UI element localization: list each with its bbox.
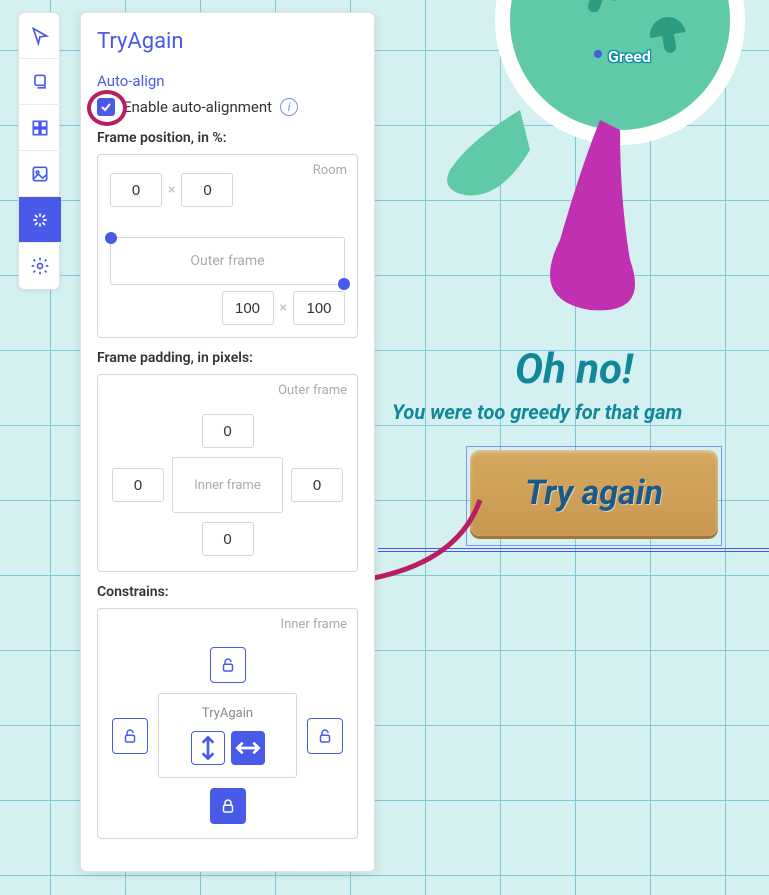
tool-tiles[interactable] [19,105,61,151]
try-again-button[interactable]: Try again [470,450,718,536]
tool-copy[interactable] [19,59,61,105]
selection-handle[interactable] [594,50,602,58]
constrains-label: Constrains: [97,584,358,600]
enable-auto-align-checkbox[interactable] [97,98,115,116]
inner-frame-label: Inner frame [172,457,283,513]
constrains-box: Inner frame TryAgain [97,608,358,839]
lock-left[interactable] [112,718,148,754]
padding-right[interactable] [291,468,343,502]
greed-character [420,0,760,320]
enable-auto-align-row[interactable]: Enable auto-alignment i [97,98,358,116]
frame-padding-box: Outer frame Inner frame [97,374,358,572]
handle-bottom-right[interactable] [338,278,350,290]
frame-pos-x1[interactable] [110,173,162,207]
frame-padding-label: Frame padding, in pixels: [97,350,358,366]
size-vertical[interactable] [191,731,225,765]
tool-ui[interactable] [19,197,61,243]
inner-frame-label-2: Inner frame [281,617,347,632]
lock-top[interactable] [210,647,246,683]
padding-top[interactable] [202,414,254,448]
tool-settings[interactable] [19,243,61,289]
element-label-greed: Greed [608,47,651,66]
frame-pos-y1[interactable] [181,173,233,207]
lock-bottom[interactable] [210,788,246,824]
frame-pos-x2[interactable] [222,291,274,325]
frame-pos-y2[interactable] [293,291,345,325]
constrain-center: TryAgain [158,693,297,778]
properties-panel: TryAgain Auto-align Enable auto-alignmen… [80,12,375,872]
frame-position-box: Room × Outer frame × [97,154,358,338]
size-horizontal[interactable] [231,731,265,765]
times-icon: × [168,182,175,198]
padding-bottom[interactable] [202,522,254,556]
alignment-guide [378,548,769,552]
room-label: Room [313,163,347,178]
ohno-text: Oh no! [515,345,633,394]
left-toolbar [18,12,60,290]
enable-auto-align-label: Enable auto-alignment [123,98,272,116]
outer-frame-label: Outer frame [278,383,347,398]
info-icon[interactable]: i [280,98,298,116]
section-auto-align: Auto-align [97,72,358,90]
greedy-text: You were too greedy for that gam [392,400,769,424]
outer-frame-preview[interactable]: Outer frame [110,237,345,285]
panel-title: TryAgain [97,29,358,54]
try-again-label: Try again [525,473,663,513]
padding-left[interactable] [112,468,164,502]
tool-image[interactable] [19,151,61,197]
handle-top-left[interactable] [105,232,117,244]
tool-select[interactable] [19,13,61,59]
times-icon: × [280,300,287,316]
frame-position-label: Frame position, in %: [97,130,358,146]
lock-right[interactable] [307,718,343,754]
